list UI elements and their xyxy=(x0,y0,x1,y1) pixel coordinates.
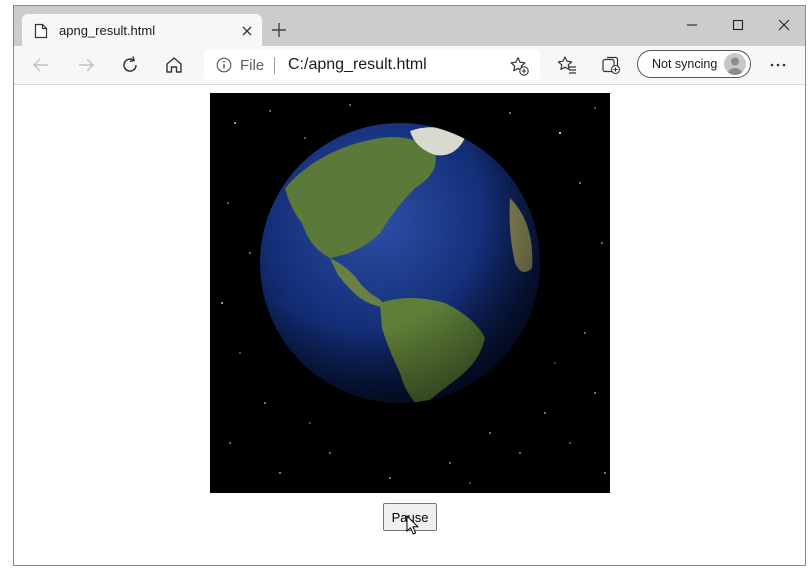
profile-sync-button[interactable]: Not syncing xyxy=(637,50,751,78)
toolbar: File C:/apng_result.html Not syncing xyxy=(14,46,805,85)
earth-animation xyxy=(210,93,610,493)
refresh-icon[interactable] xyxy=(119,54,141,76)
more-icon[interactable] xyxy=(767,54,789,76)
browser-tab[interactable]: apng_result.html xyxy=(22,14,262,48)
plus-icon[interactable] xyxy=(269,20,289,40)
person-icon xyxy=(727,57,743,75)
forward-arrow-icon[interactable] xyxy=(75,54,97,76)
home-icon[interactable] xyxy=(163,54,185,76)
favorites-icon[interactable] xyxy=(556,54,578,76)
page-content: Pause xyxy=(14,85,805,565)
page-icon xyxy=(34,23,48,39)
address-divider xyxy=(274,57,275,74)
close-icon[interactable] xyxy=(238,22,256,40)
info-icon[interactable] xyxy=(216,57,232,73)
avatar xyxy=(724,53,746,75)
url-text[interactable]: C:/apng_result.html xyxy=(288,56,427,74)
browser-window: apng_result.html File C:/apng_result.htm… xyxy=(13,5,806,566)
close-icon[interactable] xyxy=(770,14,798,36)
minimize-icon[interactable] xyxy=(678,14,706,36)
address-bar[interactable]: File C:/apng_result.html xyxy=(204,50,540,80)
maximize-icon[interactable] xyxy=(724,14,752,36)
cursor-icon xyxy=(406,515,420,535)
tab-title: apng_result.html xyxy=(59,23,156,38)
add-favorite-icon[interactable] xyxy=(508,55,530,77)
sync-status-label: Not syncing xyxy=(652,57,718,71)
back-arrow-icon[interactable] xyxy=(30,54,52,76)
collections-icon[interactable] xyxy=(600,54,622,76)
title-bar: apng_result.html xyxy=(14,6,805,48)
scheme-label: File xyxy=(240,57,265,74)
